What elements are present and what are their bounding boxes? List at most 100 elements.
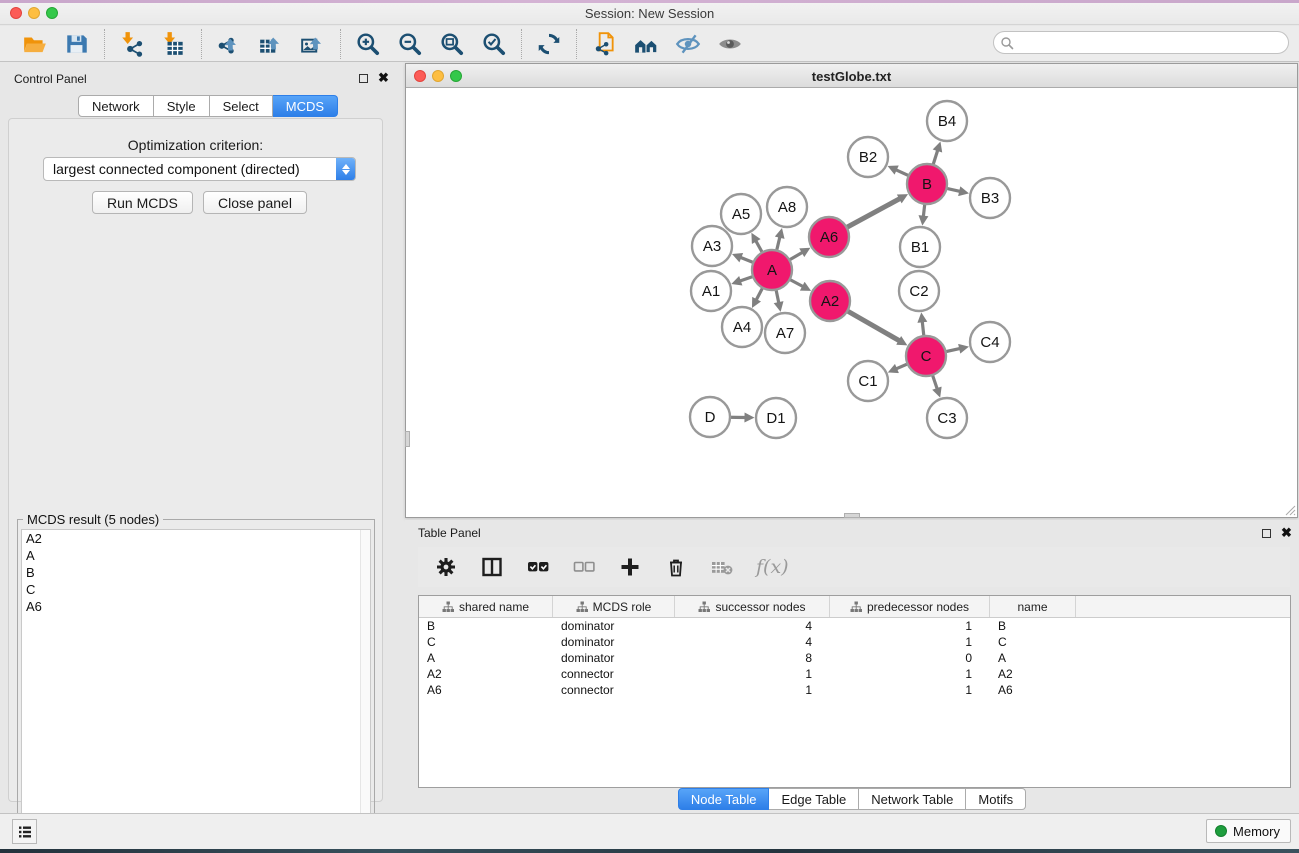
column-header-successor-nodes[interactable]: successor nodes (675, 596, 830, 617)
table-cell[interactable]: 1 (675, 666, 830, 682)
float-panel-icon[interactable] (359, 74, 368, 83)
search-input[interactable] (1014, 33, 1288, 52)
graph-node-B3[interactable]: B3 (970, 178, 1010, 218)
open-file-button[interactable] (21, 30, 49, 58)
graph-node-A[interactable]: A (752, 250, 792, 290)
table-cell[interactable]: dominator (553, 634, 675, 650)
table-cell[interactable]: 1 (830, 682, 990, 698)
table-cell[interactable]: A2 (990, 666, 1076, 682)
graph-node-A6[interactable]: A6 (809, 217, 849, 257)
memory-button[interactable]: Memory (1206, 819, 1291, 843)
table-cell[interactable]: A (990, 650, 1076, 666)
show-all-networks-button[interactable] (632, 30, 660, 58)
graph-node-A5[interactable]: A5 (721, 194, 761, 234)
table-row[interactable]: A2connector11A2 (419, 666, 1290, 682)
function-builder-button[interactable]: f(x) (756, 556, 789, 578)
table-cell[interactable]: connector (553, 666, 675, 682)
graph-node-A3[interactable]: A3 (692, 226, 732, 266)
column-header-shared-name[interactable]: shared name (419, 596, 553, 617)
table-row[interactable]: Adominator80A (419, 650, 1290, 666)
search-field[interactable] (993, 31, 1289, 54)
table-cell[interactable]: connector (553, 682, 675, 698)
table-row[interactable]: A6connector11A6 (419, 682, 1290, 698)
tab-network[interactable]: Network (78, 95, 154, 117)
graph-node-A2[interactable]: A2 (810, 281, 850, 321)
graph-node-C1[interactable]: C1 (848, 361, 888, 401)
table-cell[interactable]: 1 (830, 666, 990, 682)
tab-edge-table[interactable]: Edge Table (769, 788, 859, 810)
tab-network-table[interactable]: Network Table (859, 788, 966, 810)
table-cell[interactable]: B (990, 618, 1076, 634)
table-cell[interactable]: 1 (830, 634, 990, 650)
column-header-MCDS-role[interactable]: MCDS role (553, 596, 675, 617)
resize-handle-icon[interactable] (1283, 503, 1296, 516)
graph-node-D[interactable]: D (690, 397, 730, 437)
mcds-result-item[interactable]: A6 (22, 598, 370, 615)
criterion-dropdown[interactable]: largest connected component (directed) (43, 157, 356, 181)
run-mcds-button[interactable]: Run MCDS (92, 191, 193, 214)
table-cell[interactable]: 8 (675, 650, 830, 666)
tab-mcds[interactable]: MCDS (273, 95, 338, 117)
deselect-all-button[interactable] (572, 555, 596, 579)
tab-style[interactable]: Style (154, 95, 210, 117)
mcds-result-item[interactable]: A (22, 547, 370, 564)
graph-node-A8[interactable]: A8 (767, 187, 807, 227)
network-window-titlebar[interactable]: testGlobe.txt (406, 64, 1297, 88)
close-table-panel-icon[interactable]: ✖ (1281, 525, 1292, 541)
table-cell[interactable]: B (419, 618, 553, 634)
refresh-layout-button[interactable] (535, 30, 563, 58)
columns-button[interactable] (480, 555, 504, 579)
graph-node-B[interactable]: B (907, 164, 947, 204)
table-cell[interactable]: C (990, 634, 1076, 650)
table-cell[interactable]: A6 (419, 682, 553, 698)
add-column-button[interactable] (618, 555, 642, 579)
import-table-button[interactable] (160, 30, 188, 58)
delete-button[interactable] (664, 555, 688, 579)
zoom-out-button[interactable] (396, 30, 424, 58)
hide-graphics-details-button[interactable] (674, 30, 702, 58)
select-all-button[interactable] (526, 555, 550, 579)
graph-node-B4[interactable]: B4 (927, 101, 967, 141)
export-network-button[interactable] (215, 30, 243, 58)
table-cell[interactable]: dominator (553, 650, 675, 666)
network-canvas[interactable]: A A1 A2 A3 A4 A5 A6 A7 A8 B B1 B2 B3 B4 … (406, 88, 1297, 517)
window-edge-grip[interactable] (844, 513, 860, 518)
close-panel-icon[interactable]: ✖ (378, 70, 389, 86)
tab-node-table[interactable]: Node Table (678, 788, 770, 810)
graph-node-A1[interactable]: A1 (691, 271, 731, 311)
graph-node-A4[interactable]: A4 (722, 307, 762, 347)
graph-node-C2[interactable]: C2 (899, 271, 939, 311)
table-cell[interactable]: 1 (830, 618, 990, 634)
zoom-selected-button[interactable] (480, 30, 508, 58)
graph-node-B1[interactable]: B1 (900, 227, 940, 267)
table-row[interactable]: Cdominator41C (419, 634, 1290, 650)
table-cell[interactable]: dominator (553, 618, 675, 634)
export-image-button[interactable] (299, 30, 327, 58)
column-header-predecessor-nodes[interactable]: predecessor nodes (830, 596, 990, 617)
table-cell[interactable]: A (419, 650, 553, 666)
gear-button[interactable] (434, 555, 458, 579)
window-edge-grip[interactable] (405, 431, 410, 447)
table-cell[interactable]: A2 (419, 666, 553, 682)
mcds-result-item[interactable]: C (22, 581, 370, 598)
table-cell[interactable]: 0 (830, 650, 990, 666)
table-cell[interactable]: A6 (990, 682, 1076, 698)
save-session-button[interactable] (63, 30, 91, 58)
table-cell[interactable]: 1 (675, 682, 830, 698)
tab-motifs[interactable]: Motifs (966, 788, 1026, 810)
table-cell[interactable]: 4 (675, 618, 830, 634)
scrollbar-track[interactable] (360, 530, 370, 850)
graph-node-C3[interactable]: C3 (927, 398, 967, 438)
table-cell[interactable]: C (419, 634, 553, 650)
copy-network-button[interactable] (590, 30, 618, 58)
delete-table-button[interactable] (710, 555, 734, 579)
graph-node-C[interactable]: C (906, 336, 946, 376)
export-table-button[interactable] (257, 30, 285, 58)
graph-node-B2[interactable]: B2 (848, 137, 888, 177)
tab-select[interactable]: Select (210, 95, 273, 117)
table-row[interactable]: Bdominator41B (419, 618, 1290, 634)
import-network-button[interactable] (118, 30, 146, 58)
table-cell[interactable]: 4 (675, 634, 830, 650)
graph-node-A7[interactable]: A7 (765, 313, 805, 353)
zoom-in-button[interactable] (354, 30, 382, 58)
